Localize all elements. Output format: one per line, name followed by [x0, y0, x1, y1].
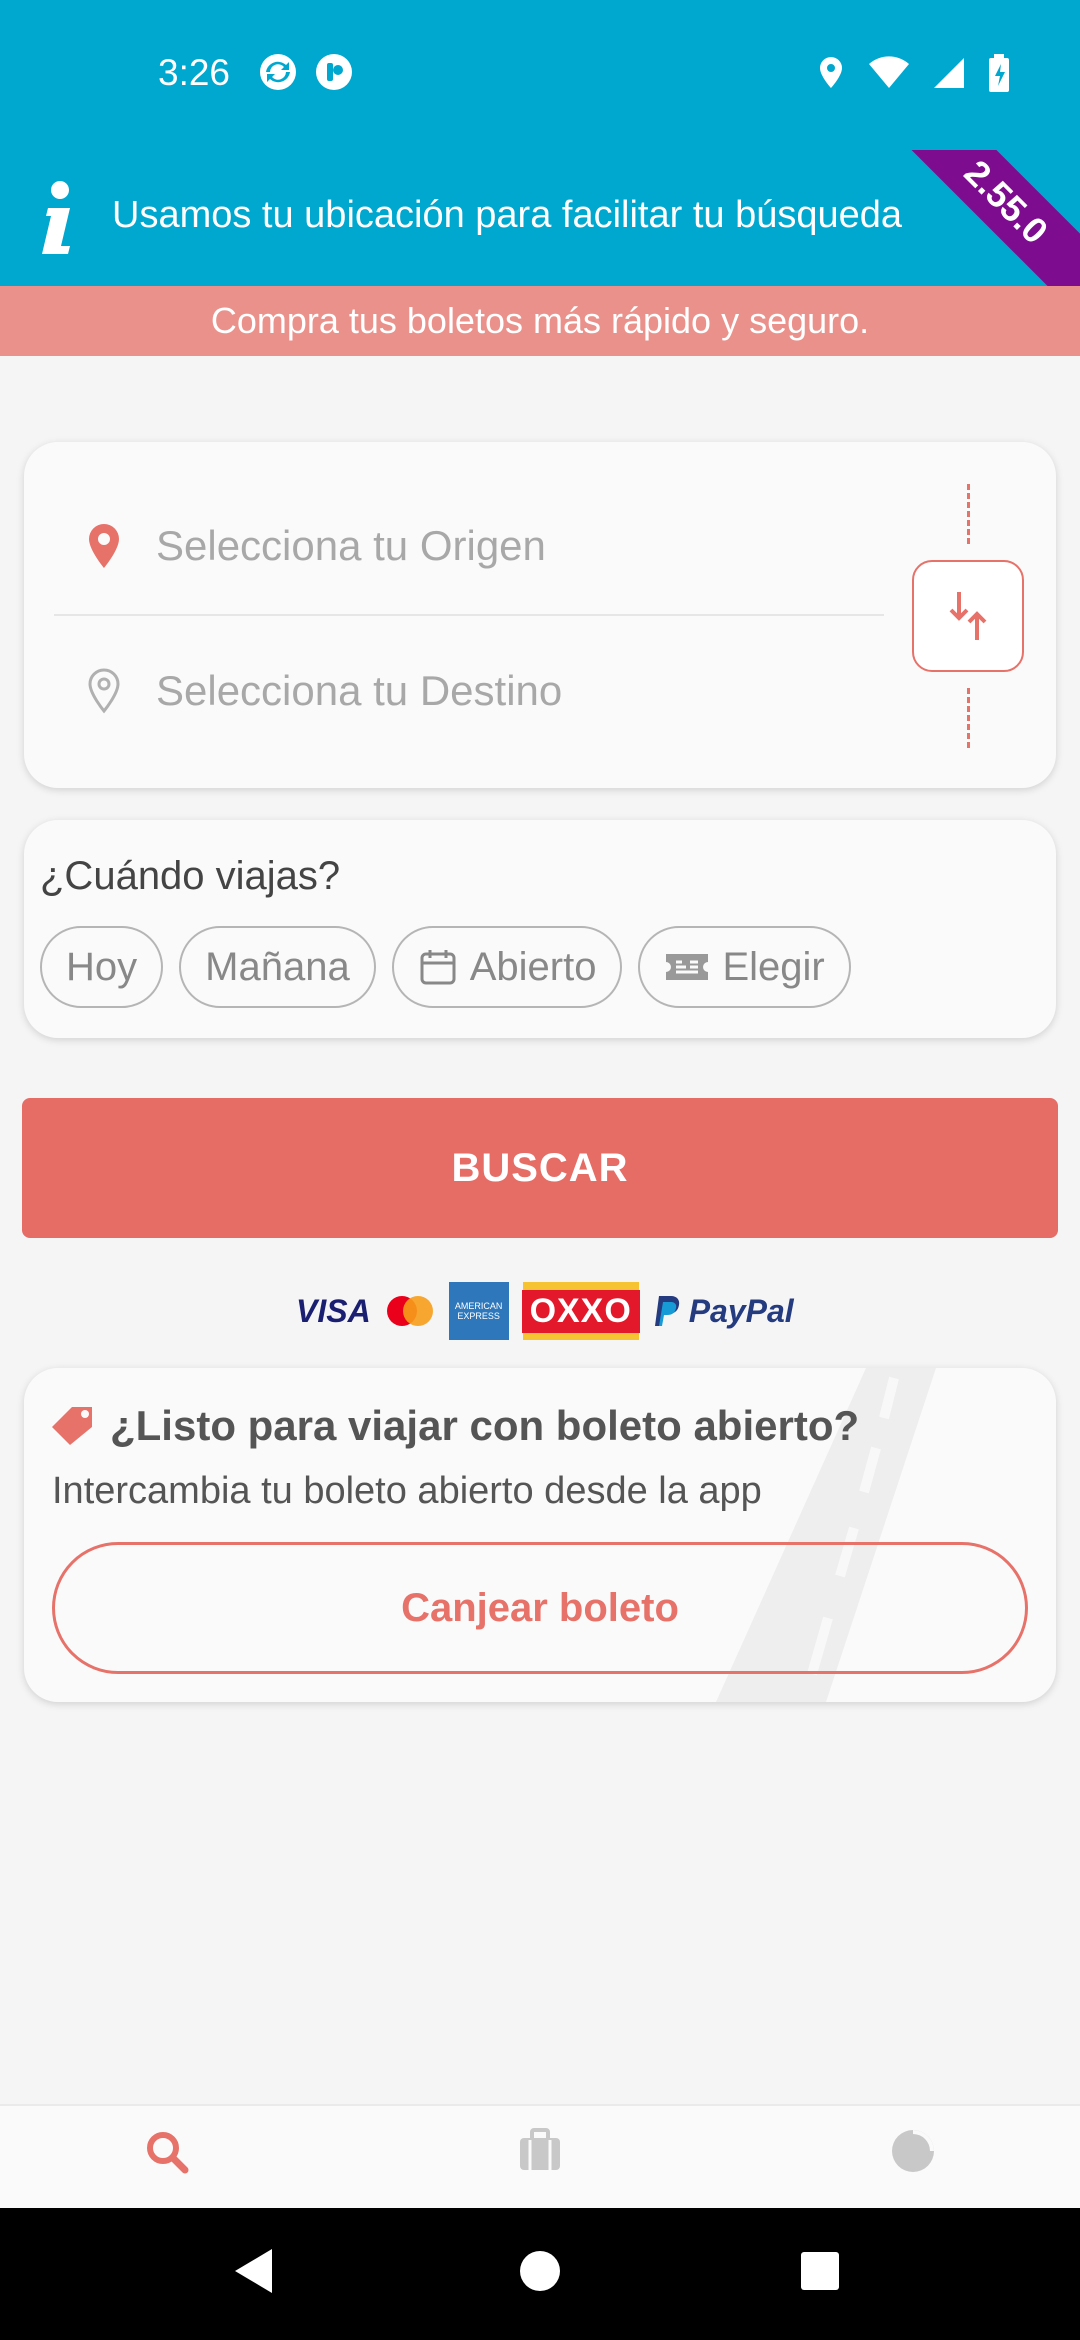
open-ticket-card: ¿Listo para viajar con boleto abierto? I…: [24, 1368, 1056, 1702]
version-ribbon: 2.55.0: [885, 150, 1080, 286]
wifi-icon: [869, 56, 909, 88]
origin-field[interactable]: Selecciona tu Origen: [84, 522, 546, 570]
chip-label: Abierto: [469, 944, 597, 989]
battery-charging-icon: [989, 54, 1009, 92]
open-ticket-title: ¿Listo para viajar con boleto abierto?: [110, 1402, 860, 1449]
destination-placeholder: Selecciona tu Destino: [156, 667, 563, 714]
location-info-bar: Usamos tu ubicación para facilitar tu bú…: [0, 150, 1080, 286]
paypal-label: PayPal: [688, 1292, 794, 1329]
route-divider: [54, 614, 884, 616]
signal-icon: [934, 58, 964, 88]
chip-hoy[interactable]: Hoy: [40, 926, 164, 1008]
chip-label: Mañana: [205, 944, 350, 989]
search-icon: [147, 2132, 189, 2174]
amex-logo: AMERICAN EXPRESS: [448, 1282, 509, 1340]
chip-abierto[interactable]: Abierto: [391, 926, 623, 1008]
oxxo-text: OXXO: [521, 1289, 640, 1333]
date-chips: Hoy Mañana Abierto Elegir: [40, 926, 851, 1008]
route-dash-bottom: [967, 688, 970, 748]
location-icon: [820, 57, 842, 88]
redeem-ticket-button[interactable]: Canjear boleto: [52, 1542, 1028, 1674]
status-app-icons: [258, 52, 354, 92]
ticket-icon: [666, 954, 709, 980]
mastercard-logo: [386, 1296, 433, 1326]
search-button[interactable]: BUSCAR: [22, 1098, 1058, 1238]
payment-methods: VISA AMERICAN EXPRESS OXXO PayPal: [296, 1282, 794, 1340]
travel-date-card: ¿Cuándo viajas? Hoy Mañana Abierto Elegi…: [24, 820, 1056, 1038]
oxxo-logo: OXXO: [521, 1282, 640, 1340]
paypal-icon: [654, 1296, 679, 1326]
nav-item-trips[interactable]: [440, 2128, 640, 2208]
nav-item-other[interactable]: [813, 2128, 1013, 2208]
info-icon: [42, 181, 70, 254]
tag-icon: [52, 1407, 92, 1445]
bottom-navigation: [0, 2104, 1080, 2208]
open-ticket-subtitle: Intercambia tu boleto abierto desde la a…: [52, 1470, 762, 1512]
nav-item-search[interactable]: [67, 2128, 267, 2208]
promo-banner: Compra tus boletos más rápido y seguro.: [0, 286, 1080, 356]
chip-label: Hoy: [66, 944, 138, 989]
route-dash-top: [967, 484, 970, 544]
origin-pin-icon: [89, 524, 119, 568]
route-card: Selecciona tu Origen Selecciona tu Desti…: [24, 442, 1056, 788]
status-bar: 3:26: [0, 0, 1080, 150]
system-navigation-bar: [0, 2208, 1080, 2340]
swap-route-button[interactable]: [912, 560, 1024, 672]
suitcase-icon: [520, 2128, 560, 2170]
destination-field[interactable]: Selecciona tu Destino: [84, 667, 562, 715]
paypal-logo: PayPal: [653, 1293, 794, 1330]
app-notification-icon: [316, 54, 352, 90]
recents-icon[interactable]: [798, 2246, 842, 2296]
swap-arrows-icon: [949, 592, 987, 640]
status-time: 3:26: [158, 52, 231, 93]
origin-placeholder: Selecciona tu Origen: [156, 522, 546, 569]
pie-chart-icon: [892, 2130, 934, 2172]
amex-text: AMERICAN EXPRESS: [454, 1301, 503, 1321]
travel-date-label: ¿Cuándo viajas?: [40, 854, 341, 898]
chip-elegir[interactable]: Elegir: [638, 926, 851, 1008]
back-icon[interactable]: [232, 2246, 276, 2296]
home-icon[interactable]: [518, 2246, 562, 2296]
calendar-icon: [420, 950, 456, 985]
visa-logo: VISA: [296, 1292, 371, 1329]
chip-label: Elegir: [722, 944, 825, 989]
paypal-text: PayPal: [689, 1293, 794, 1330]
status-system-icons: [816, 54, 1010, 92]
sync-icon: [260, 54, 296, 90]
chip-manana[interactable]: Mañana: [179, 926, 376, 1008]
open-ticket-header: ¿Listo para viajar con boleto abierto?: [50, 1402, 859, 1450]
destination-pin-icon: [88, 668, 120, 714]
location-info-text: Usamos tu ubicación para facilitar tu bú…: [112, 194, 903, 236]
